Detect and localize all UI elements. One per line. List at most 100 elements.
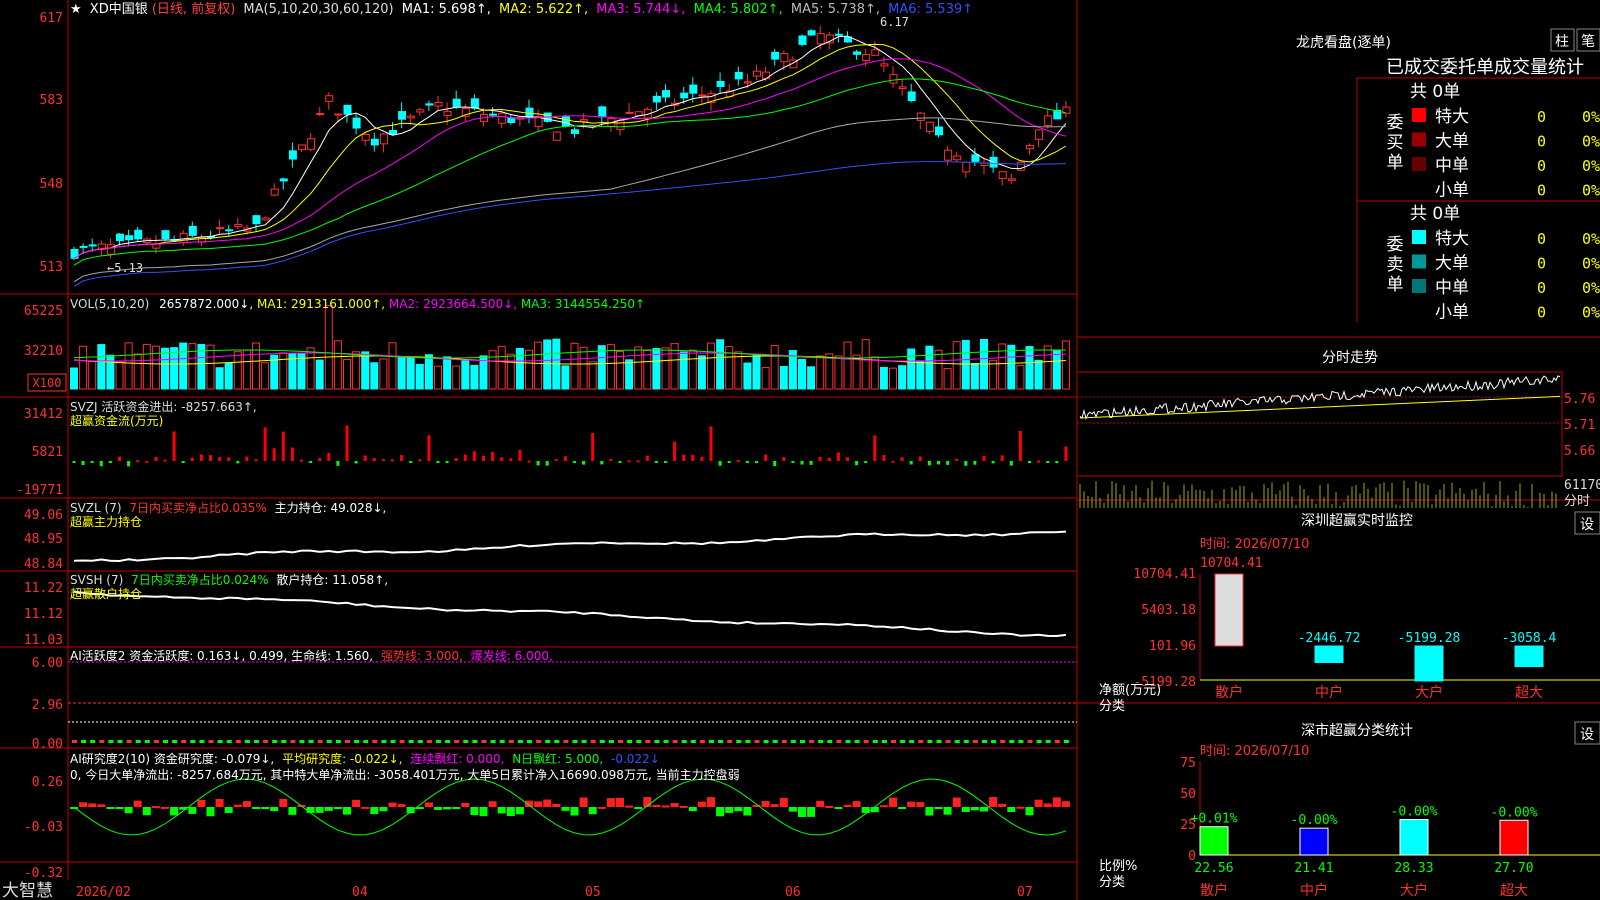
research-bar <box>579 797 588 807</box>
sz-top-value: 10704.41 <box>1200 556 1263 571</box>
sz-tick: 5403.18 <box>1141 603 1196 618</box>
candle <box>116 233 124 242</box>
settings-label: 设 <box>1580 727 1594 743</box>
research-bar <box>952 797 961 807</box>
activity-bar <box>326 740 332 743</box>
volume-bar <box>525 349 533 390</box>
low-price-label: ←5.13 <box>107 261 143 275</box>
ma5-value: MA5: 5.738↑, <box>791 2 880 17</box>
research-bar <box>388 802 397 807</box>
settings-label: 设 <box>1580 517 1594 533</box>
candle <box>652 95 661 103</box>
activity-bar <box>499 740 505 743</box>
svzj-tick: 31412 <box>24 407 63 422</box>
svsh-holding: 散户持仓: 11.058↑, <box>276 572 388 587</box>
fund-flow-bar <box>946 461 950 465</box>
intraday-unit: 分时 <box>1564 494 1590 509</box>
fund-flow-bar <box>181 461 185 463</box>
research-bar <box>279 798 288 807</box>
activity-bar <box>508 740 514 743</box>
research-bar <box>707 797 715 807</box>
ai2-tick: 0.26 <box>32 775 63 790</box>
volume-bar <box>807 366 816 390</box>
volume-bar <box>115 360 124 390</box>
fund-flow-bar <box>1055 461 1059 464</box>
x-axis-label: 06 <box>785 885 801 900</box>
candle <box>571 129 579 134</box>
candle <box>1035 129 1044 140</box>
svg-text:VOL(5,10,20) 2657872.000↓,: VOL(5,10,20) 2657872.000↓, MA1: 2913161.… <box>70 297 645 311</box>
volume-bar <box>870 356 879 390</box>
research-bar <box>998 803 1007 807</box>
research-bar <box>634 807 643 809</box>
sc-y-label: 比例% <box>1099 859 1137 874</box>
order-count: 0 <box>1537 304 1546 322</box>
volume-bar <box>161 347 169 390</box>
research-bar <box>1061 801 1070 807</box>
price-mode: (日线, 前复权) <box>152 1 235 17</box>
order-percent: 0% <box>1582 108 1600 126</box>
order-count: 0 <box>1537 157 1546 175</box>
activity-bar <box>854 740 860 743</box>
sz-tick: 10704.41 <box>1133 567 1196 582</box>
activity-bar <box>699 740 705 743</box>
fund-flow-bar <box>227 457 231 461</box>
activity-bar <box>408 740 414 743</box>
fund-flow-bar <box>791 461 795 463</box>
intraday-tick: 5.71 <box>1564 418 1595 433</box>
order-type: 特大 <box>1435 107 1469 127</box>
sz-category: 大户 <box>1415 684 1443 701</box>
svzl-tick: 48.95 <box>24 532 63 547</box>
fund-flow-bar <box>1046 461 1050 463</box>
svsh-ratio: 7日内买卖净占比0.024% <box>131 572 268 587</box>
sc-category: 超大 <box>1500 883 1528 899</box>
ai-activity-chart[interactable] <box>68 661 1077 743</box>
buy-label: 单 <box>1387 153 1404 173</box>
x-axis-label: 2026/02 <box>76 885 131 900</box>
volume-bar <box>734 351 743 390</box>
volume-bar <box>1025 346 1034 390</box>
research-bar <box>106 807 115 809</box>
sz-category: 散户 <box>1215 684 1243 701</box>
ai-research-chart[interactable] <box>70 778 1070 836</box>
x-axis-label: 07 <box>1017 885 1033 900</box>
activity-bar <box>618 740 623 743</box>
research-bar <box>834 807 843 809</box>
fund-flow-bar <box>1064 446 1068 461</box>
activity-bar <box>672 740 678 743</box>
research-bar <box>161 806 169 809</box>
research-bar <box>261 807 270 809</box>
candle <box>807 30 816 36</box>
research-bar <box>852 801 861 807</box>
research-bar <box>515 807 524 815</box>
fund-flow-bar <box>645 455 649 461</box>
fund-flow-bar <box>509 458 513 461</box>
research-bar <box>970 807 979 811</box>
candlestick-chart[interactable] <box>70 26 1071 287</box>
volume-chart[interactable] <box>70 305 1070 390</box>
candle <box>407 115 416 119</box>
volume-bar <box>370 362 379 390</box>
research-bar <box>252 807 260 809</box>
sc-bar-value: 27.70 <box>1494 861 1533 876</box>
svzl-main-holding-chart[interactable] <box>73 530 1066 562</box>
favorite-star-icon[interactable]: ★ <box>70 2 82 17</box>
activity-bar <box>536 740 542 743</box>
research-bar <box>133 800 142 807</box>
activity-bar <box>891 740 896 743</box>
research-bar <box>652 804 661 807</box>
candle <box>862 54 871 61</box>
order-percent: 0% <box>1582 133 1600 151</box>
research-bar <box>242 801 251 807</box>
candle <box>734 72 743 80</box>
intraday-chart[interactable] <box>1076 371 1563 508</box>
order-type: 大单 <box>1435 254 1469 274</box>
fund-flow-bar <box>491 451 495 461</box>
svzj-fund-flow-chart[interactable] <box>72 425 1068 467</box>
svsh-retail-holding-chart[interactable] <box>73 590 1067 638</box>
candle <box>507 117 516 124</box>
svzj-tick: 5821 <box>32 445 63 460</box>
order-color-swatch <box>1412 132 1426 147</box>
research-bar <box>734 807 743 812</box>
fund-flow-bar <box>973 461 977 465</box>
